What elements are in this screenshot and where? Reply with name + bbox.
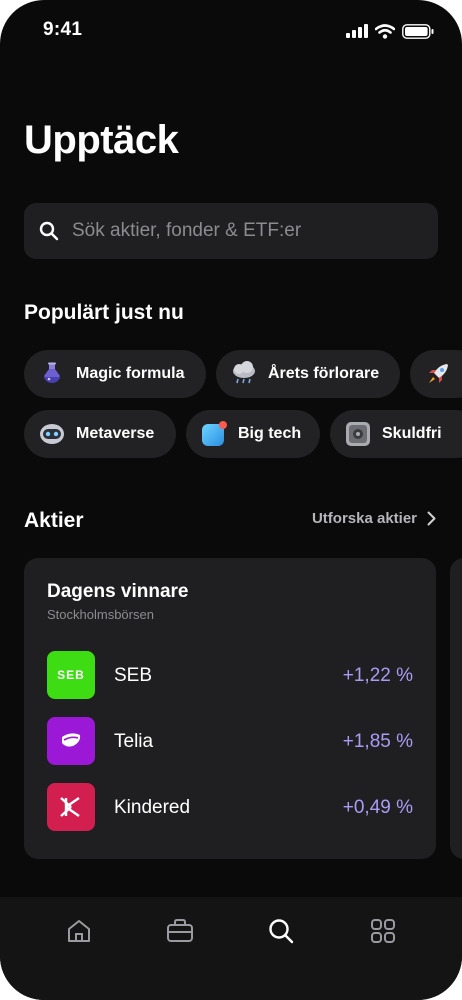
telia-logo <box>47 717 95 765</box>
robot-icon <box>38 420 66 448</box>
home-icon <box>68 920 90 942</box>
stocks-section-title: Aktier <box>24 509 84 532</box>
chip-label: Magic formula <box>76 365 185 382</box>
status-bar: 9:41 <box>0 0 462 60</box>
chip-label: Metaverse <box>76 425 155 442</box>
potion-icon <box>38 360 66 388</box>
stock-row-kindered[interactable]: Kindered +0,49 % <box>47 783 413 831</box>
chip-magic-formula[interactable]: Magic formula <box>24 350 206 398</box>
rocket-icon <box>424 360 452 388</box>
stock-change: +1,22 % <box>342 665 413 686</box>
tab-search[interactable] <box>265 915 297 947</box>
chip-skuldfri[interactable]: Skuldfri <box>330 410 462 458</box>
stock-row-seb[interactable]: SEB SEB +1,22 % <box>47 651 413 699</box>
stock-change: +0,49 % <box>342 797 413 818</box>
daily-winners-card[interactable]: Dagens vinnare Stockholmsbörsen SEB SEB … <box>24 558 436 859</box>
chip-metaverse[interactable]: Metaverse <box>24 410 176 458</box>
status-icons <box>346 22 434 40</box>
app-icon <box>200 420 228 448</box>
stock-name: Kindered <box>114 797 191 818</box>
stock-row-telia[interactable]: Telia +1,85 % <box>47 717 413 765</box>
rain-cloud-icon <box>230 360 258 388</box>
grid-icon <box>371 919 395 943</box>
tab-bar <box>0 897 462 1000</box>
signal-icon <box>346 24 368 38</box>
card-subtitle: Stockholmsbörsen <box>47 607 154 622</box>
next-card-peek[interactable] <box>450 558 462 859</box>
chip-arets-forlorare[interactable]: Årets förlorare <box>216 350 400 398</box>
search-input[interactable]: Sök aktier, fonder & ETF:er <box>24 203 438 259</box>
tab-home[interactable] <box>63 915 95 947</box>
chevron-right-icon <box>427 511 436 526</box>
seb-logo: SEB <box>47 651 95 699</box>
explore-stocks-label: Utforska aktier <box>311 510 417 527</box>
tab-more[interactable] <box>367 915 399 947</box>
wifi-icon <box>375 23 395 39</box>
phone-screen: 9:41 Upptäck Sök aktier, fonder & ETF:er… <box>0 0 462 1000</box>
search-icon <box>39 221 59 241</box>
card-title: Dagens vinnare <box>47 581 189 602</box>
popular-section-title: Populärt just nu <box>24 301 184 324</box>
kindered-logo <box>47 783 95 831</box>
battery-icon <box>402 23 434 39</box>
chip-rocket[interactable] <box>410 350 462 398</box>
explore-stocks-link[interactable]: Utforska aktier <box>312 510 436 527</box>
search-icon <box>269 919 294 944</box>
chip-big-tech[interactable]: Big tech <box>186 410 320 458</box>
stock-name: SEB <box>114 665 153 686</box>
status-time: 9:41 <box>43 19 83 40</box>
stock-change: +1,85 % <box>342 731 413 752</box>
chip-label: Skuldfri <box>382 425 442 442</box>
stock-name: Telia <box>114 731 154 752</box>
chip-label: Årets förlorare <box>268 365 380 382</box>
tab-portfolio[interactable] <box>164 915 196 947</box>
search-placeholder: Sök aktier, fonder & ETF:er <box>72 220 302 241</box>
safe-icon <box>344 420 372 448</box>
chip-label: Big tech <box>238 425 302 442</box>
seb-logo-text: SEB <box>57 668 85 682</box>
briefcase-icon <box>167 919 193 942</box>
page-title: Upptäck <box>24 118 179 162</box>
